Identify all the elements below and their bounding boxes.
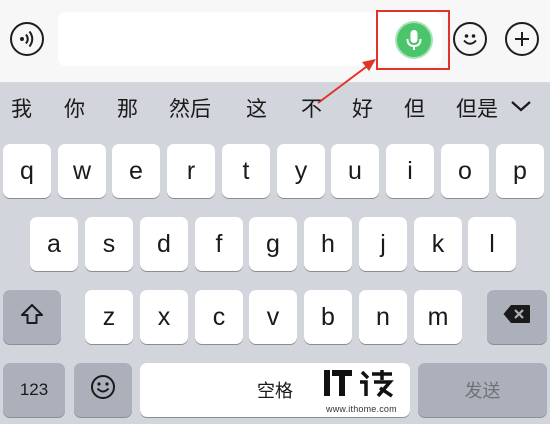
numbers-label: 123 <box>19 380 49 399</box>
backspace-icon <box>502 303 532 332</box>
voice-wave-icon[interactable] <box>10 22 44 56</box>
key-label: q <box>20 156 34 185</box>
shift-key[interactable] <box>3 290 61 344</box>
key-label: t <box>242 156 250 185</box>
candidate-word[interactable]: 然后 <box>169 96 211 124</box>
send-label: 发送 <box>464 381 501 401</box>
key-c[interactable]: c <box>195 290 243 344</box>
key-label: b <box>321 302 335 331</box>
key-label: u <box>348 156 362 185</box>
key-label: n <box>376 302 390 331</box>
key-g[interactable]: g <box>249 217 297 271</box>
key-label: p <box>513 156 527 185</box>
key-label: y <box>294 156 308 185</box>
key-label: l <box>489 229 495 258</box>
key-u[interactable]: u <box>331 144 379 198</box>
key-label: r <box>186 156 196 185</box>
key-v[interactable]: v <box>249 290 297 344</box>
key-label: j <box>380 229 386 258</box>
key-l[interactable]: l <box>468 217 516 271</box>
candidate-word[interactable]: 好 <box>352 96 373 124</box>
key-label: f <box>215 229 223 258</box>
space-label: 空格 <box>257 381 293 401</box>
plus-icon[interactable] <box>505 22 539 56</box>
key-t[interactable]: t <box>222 144 270 198</box>
candidate-word[interactable]: 那 <box>117 96 138 124</box>
key-k[interactable]: k <box>414 217 462 271</box>
key-label: d <box>157 229 171 258</box>
key-b[interactable]: b <box>304 290 352 344</box>
key-r[interactable]: r <box>167 144 215 198</box>
key-label: o <box>458 156 472 185</box>
key-z[interactable]: z <box>85 290 133 344</box>
key-e[interactable]: e <box>112 144 160 198</box>
shift-arrow-icon <box>19 302 45 333</box>
microphone-icon[interactable] <box>397 23 431 57</box>
watermark-logo: www.ithome.com <box>322 366 412 420</box>
key-f[interactable]: f <box>195 217 243 271</box>
smiley-icon <box>89 373 117 408</box>
key-label: i <box>407 156 413 185</box>
key-o[interactable]: o <box>441 144 489 198</box>
key-d[interactable]: d <box>140 217 188 271</box>
key-i[interactable]: i <box>386 144 434 198</box>
key-j[interactable]: j <box>359 217 407 271</box>
key-label: e <box>129 156 143 185</box>
key-label: w <box>72 156 92 185</box>
candidate-word[interactable]: 你 <box>64 96 85 124</box>
key-w[interactable]: w <box>58 144 106 198</box>
key-n[interactable]: n <box>359 290 407 344</box>
send-key[interactable]: 发送 <box>418 363 547 417</box>
key-label: c <box>212 302 226 331</box>
numbers-key[interactable]: 123 <box>3 363 65 417</box>
candidate-word[interactable]: 但 <box>404 96 425 124</box>
key-m[interactable]: m <box>414 290 462 344</box>
key-label: v <box>266 302 280 331</box>
key-label: a <box>47 229 61 258</box>
key-label: x <box>157 302 171 331</box>
key-label: m <box>427 302 449 331</box>
ithome-logo-icon <box>324 370 394 398</box>
watermark-url: www.ithome.com <box>326 404 397 414</box>
key-q[interactable]: q <box>3 144 51 198</box>
candidate-bar: 我 你 那 然后 这 不 好 但 但是 <box>0 82 550 140</box>
chat-input-bar <box>0 0 550 83</box>
candidate-word[interactable]: 这 <box>246 96 267 124</box>
key-p[interactable]: p <box>496 144 544 198</box>
key-label: k <box>431 229 445 258</box>
key-label: h <box>321 229 335 258</box>
key-label: g <box>266 229 280 258</box>
emoji-key[interactable] <box>74 363 132 417</box>
key-label: s <box>102 229 116 258</box>
key-a[interactable]: a <box>30 217 78 271</box>
key-s[interactable]: s <box>85 217 133 271</box>
key-h[interactable]: h <box>304 217 352 271</box>
candidate-word[interactable]: 我 <box>11 96 32 124</box>
key-x[interactable]: x <box>140 290 188 344</box>
chevron-down-icon[interactable] <box>508 96 534 121</box>
candidate-word[interactable]: 不 <box>301 96 322 124</box>
key-label: z <box>102 302 116 331</box>
smiley-icon[interactable] <box>453 22 487 56</box>
candidate-word[interactable]: 但是 <box>456 96 502 124</box>
backspace-key[interactable] <box>487 290 547 344</box>
key-y[interactable]: y <box>277 144 325 198</box>
